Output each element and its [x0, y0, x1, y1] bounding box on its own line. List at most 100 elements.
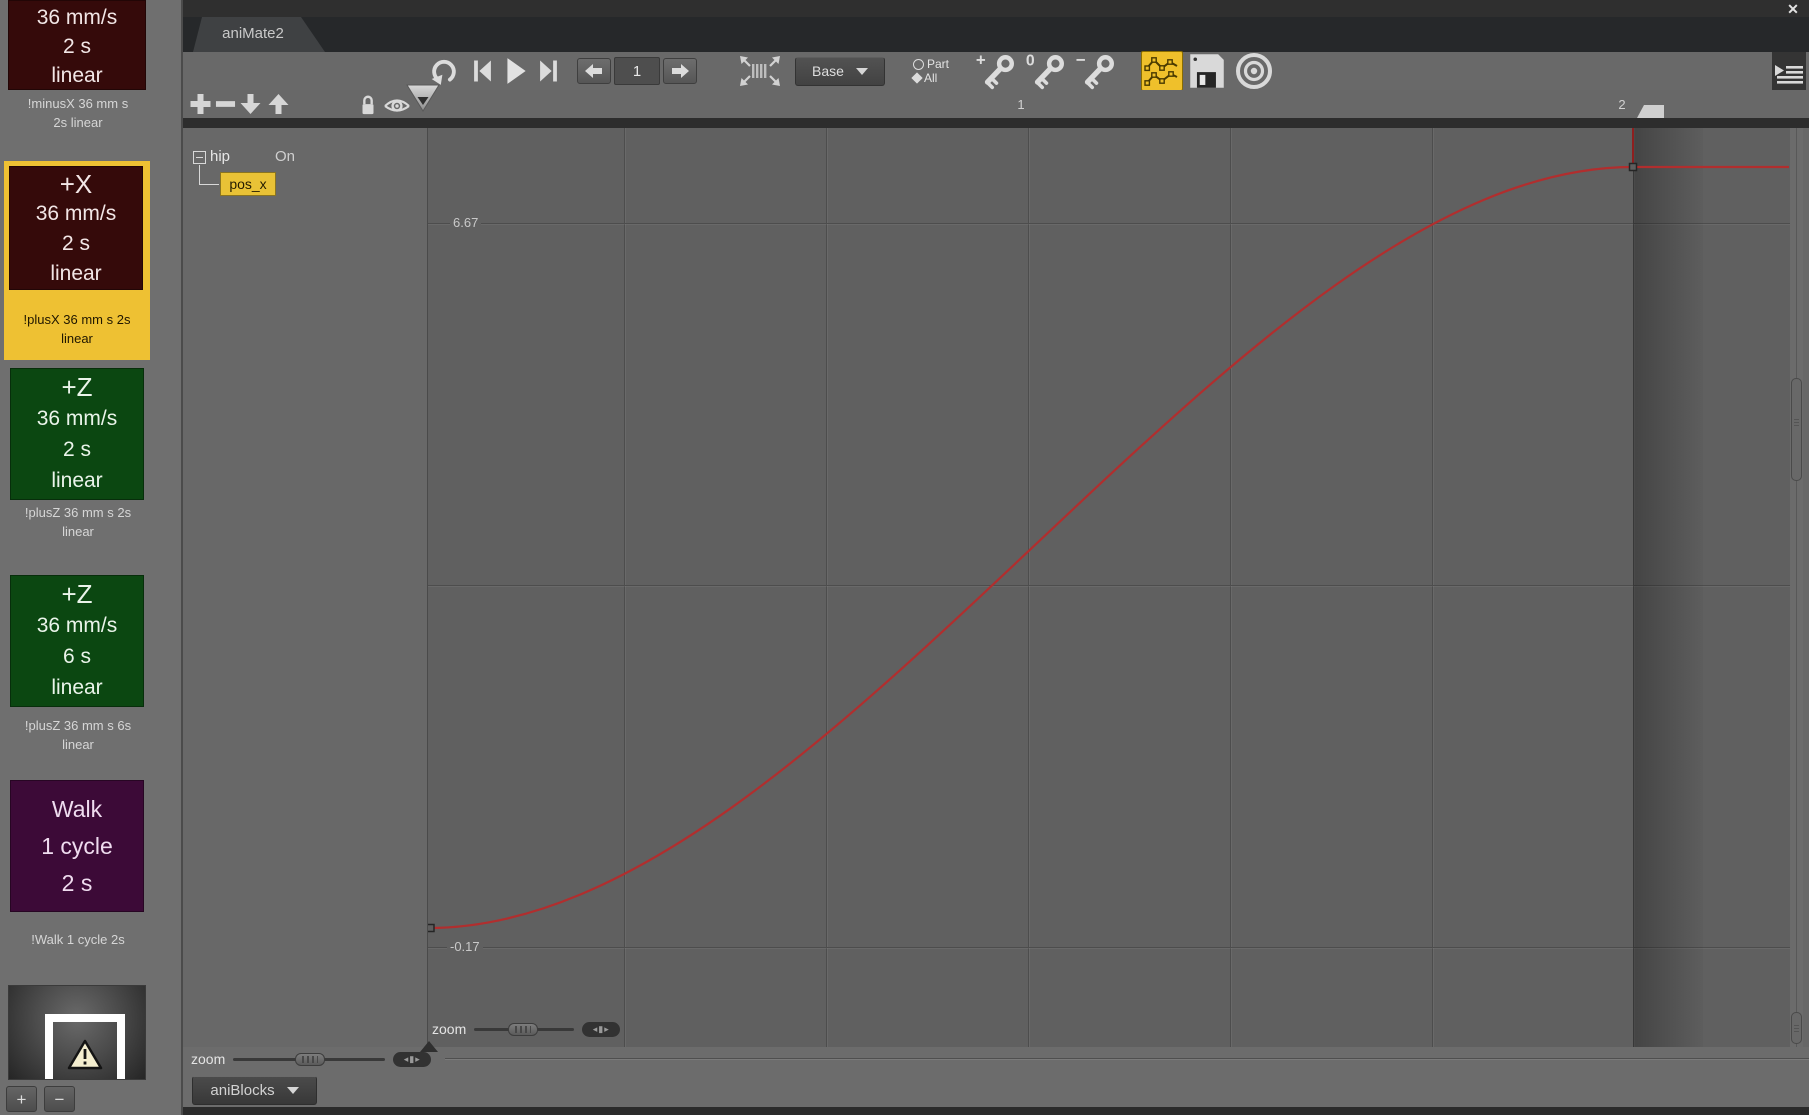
aniblock-title-line: 2 s — [61, 232, 90, 255]
part-all-toggle[interactable]: Part All — [911, 58, 949, 85]
aniblock-item[interactable]: +Z 36 mm/s 6 s linear — [10, 575, 144, 707]
scrollbar-thumb-bottom[interactable] — [1791, 1012, 1802, 1044]
aniblock-item[interactable]: +Z 36 mm/s 2 s linear — [10, 368, 144, 500]
frame-number-input[interactable] — [614, 57, 660, 85]
aniblocks-dropdown[interactable]: aniBlocks — [192, 1076, 317, 1105]
tab-animate2[interactable]: aniMate2 — [193, 17, 325, 52]
record-button[interactable] — [1234, 51, 1274, 91]
timeline-zoom-label: zoom — [191, 1051, 226, 1067]
arrow-left-icon — [585, 64, 602, 78]
pos-x-curve[interactable] — [428, 165, 1634, 930]
aniblock-item-selected[interactable]: +X 36 mm/s 2 s linear !plusX 36 mm s 2s linea… — [4, 161, 150, 360]
ruler-tick-2: 2 — [1618, 97, 1626, 112]
aniblock-caption: !Walk 1 cycle 2s — [31, 932, 125, 947]
aniblock-item[interactable]: Walk 1 cycle 2 s — [10, 780, 144, 912]
bottom-separator — [445, 1058, 1809, 1059]
add-key-button[interactable]: + — [975, 52, 1019, 90]
frame-forward-button[interactable] — [663, 58, 697, 84]
timeline-zoom-handle[interactable] — [295, 1052, 326, 1066]
scroll-up-button[interactable] — [420, 1041, 438, 1052]
aniblock-missing-thumbnail[interactable] — [8, 985, 146, 1080]
remove-aniblock-button[interactable]: − — [44, 1086, 75, 1112]
aniblock-title-line: 36 mm/s — [36, 407, 118, 430]
minus-icon — [215, 101, 236, 107]
loop-button[interactable] — [429, 56, 459, 86]
graph-pan-control[interactable]: ◂▮▸ — [582, 1021, 621, 1037]
move-up-button[interactable] — [267, 93, 290, 115]
play-icon — [507, 58, 526, 84]
tree-node-state[interactable]: On — [275, 148, 295, 165]
curve-canvas — [428, 128, 1789, 933]
aniblock-caption: !plusZ 36 mm s 2s linear — [24, 505, 132, 539]
tree-collapse-toggle[interactable] — [193, 151, 206, 164]
radio-selected-icon[interactable] — [911, 72, 923, 84]
arrow-down-icon — [240, 94, 261, 114]
add-aniblock-button[interactable]: + — [6, 1086, 37, 1112]
graph-zoom-label: zoom — [432, 1021, 467, 1037]
all-label: All — [924, 71, 938, 85]
arrow-up-icon — [268, 94, 289, 114]
loop-icon — [431, 59, 456, 85]
layer-dropdown[interactable]: Base — [795, 56, 885, 86]
ruler-tick-1: 1 — [1017, 97, 1025, 112]
graph-zoom-track[interactable] — [474, 1022, 575, 1036]
aniblock-caption: !plusZ 36 mm s 6s linear — [24, 718, 132, 752]
radio-unselected-icon[interactable] — [913, 58, 924, 70]
go-to-end-button[interactable] — [538, 58, 559, 84]
aniblock-title-line: 1 cycle — [41, 833, 113, 859]
keyframe-start[interactable] — [428, 923, 435, 933]
aniblock-title-line: Walk — [51, 796, 103, 822]
aniblock-title-line: +X — [59, 169, 93, 199]
animate2-panel: 36 mm/s 2 s linear !minusX 36 mm s 2s linear… — [0, 0, 1809, 1115]
aniblocks-dropdown-label: aniBlocks — [210, 1082, 275, 1099]
timeline-pan-control[interactable]: ◂▮▸ — [393, 1051, 432, 1067]
tree-branch-line — [199, 165, 200, 184]
save-button[interactable] — [1188, 52, 1226, 90]
scrollbar-thumb[interactable] — [1791, 378, 1802, 481]
aniblock-title-line: 6 s — [62, 645, 91, 668]
frame-back-button[interactable] — [577, 58, 611, 84]
vertical-scrollbar[interactable] — [1790, 128, 1803, 1047]
playhead-marker[interactable] — [405, 84, 441, 112]
arrow-right-icon — [672, 64, 689, 78]
keyframe-curves-icon — [1144, 57, 1178, 86]
zero-key-button[interactable]: 0 — [1025, 52, 1069, 90]
lock-button[interactable] — [359, 94, 377, 116]
aniblock-caption: !minusX 36 mm s 2s linear — [27, 96, 129, 130]
aniblock-title-line: linear — [51, 469, 103, 492]
curve-editor-toggle-active[interactable] — [1141, 51, 1184, 91]
ruler-separator — [183, 118, 1809, 128]
add-track-button[interactable] — [189, 93, 212, 115]
main-panel: ✕ aniMate2 1 Base Part All + 0 − 1 2 hip… — [183, 0, 1809, 1115]
floppy-disk-icon — [1190, 54, 1224, 88]
curve-editor: hip On pos_x 6.67 -0.17 zoom ◂▮▸ — [183, 128, 1809, 1047]
aniblocks-sidebar: 36 mm/s 2 s linear !minusX 36 mm s 2s linear… — [0, 0, 183, 1115]
move-down-button[interactable] — [239, 93, 262, 115]
channel-pos-x-selected[interactable]: pos_x — [220, 172, 276, 196]
aniblock-title-line: linear — [51, 64, 103, 87]
play-button[interactable] — [504, 56, 528, 86]
fit-timeline-button[interactable] — [737, 53, 783, 89]
tree-branch-line — [199, 184, 219, 185]
aniblock-title-line: +Z — [61, 372, 93, 402]
tree-node-hip[interactable]: hip — [210, 148, 230, 165]
delete-key-button[interactable]: − — [1075, 52, 1119, 90]
close-button[interactable]: ✕ — [1781, 1, 1805, 17]
graph-zoom-handle[interactable] — [508, 1022, 539, 1036]
track-tree-panel: hip On pos_x — [183, 128, 427, 1047]
keyframe-end[interactable] — [1628, 162, 1638, 172]
aniblock-caption: !plusX 36 mm s 2s linear — [23, 312, 131, 346]
go-to-start-button[interactable] — [472, 58, 493, 84]
curve-graph[interactable]: 6.67 -0.17 zoom ◂▮▸ — [427, 128, 1790, 1047]
key-zero-icon: 0 — [1026, 53, 1065, 90]
bottom-dark-strip — [183, 1107, 1809, 1115]
target-icon — [1236, 53, 1273, 89]
timeline-zoom-track[interactable] — [233, 1052, 386, 1066]
svg-text:0: 0 — [1026, 53, 1035, 70]
picture-frame-icon — [45, 1014, 125, 1079]
svg-text:+: + — [976, 52, 986, 70]
panel-menu-icon[interactable] — [1774, 62, 1804, 92]
remove-track-button[interactable] — [215, 93, 236, 115]
aniblock-title-line: 36 mm/s — [35, 202, 117, 225]
aniblock-item[interactable]: 36 mm/s 2 s linear — [8, 0, 146, 90]
